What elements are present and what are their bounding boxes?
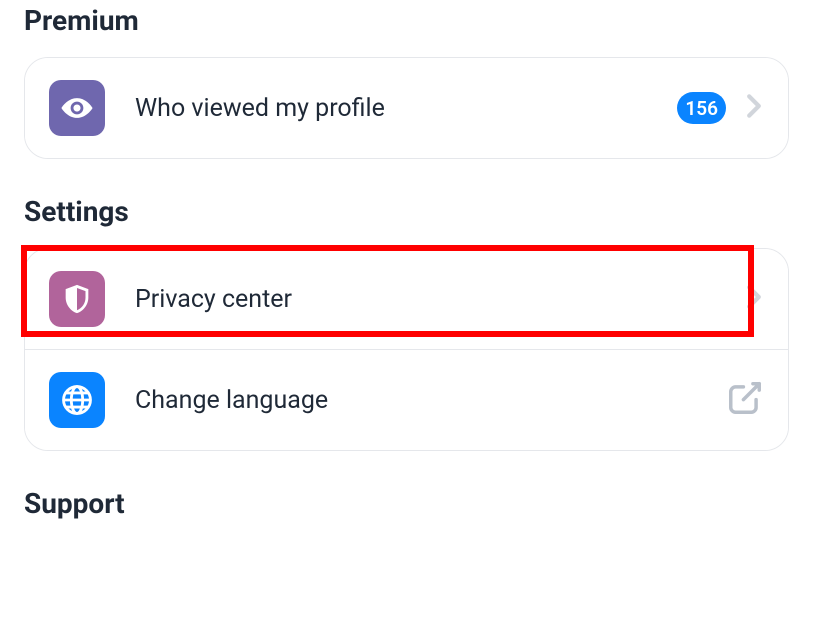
change-language-row[interactable]: Change language	[25, 349, 788, 450]
views-badge: 156	[677, 92, 726, 124]
privacy-center-row[interactable]: Privacy center	[25, 249, 788, 349]
premium-card: Who viewed my profile 156	[24, 57, 789, 159]
row-label: Privacy center	[135, 285, 744, 314]
eye-icon	[49, 80, 105, 136]
settings-card: Privacy center Change language	[24, 248, 789, 451]
chevron-right-icon	[744, 94, 764, 122]
section-title-premium: Premium	[24, 0, 789, 37]
section-title-settings: Settings	[24, 195, 789, 228]
shield-icon	[49, 271, 105, 327]
row-label: Change language	[135, 386, 726, 415]
chevron-right-icon	[744, 285, 764, 313]
row-label: Who viewed my profile	[135, 94, 677, 123]
who-viewed-my-profile-row[interactable]: Who viewed my profile 156	[25, 58, 788, 158]
section-title-support: Support	[24, 487, 789, 520]
external-link-icon	[726, 379, 764, 421]
globe-icon	[49, 372, 105, 428]
